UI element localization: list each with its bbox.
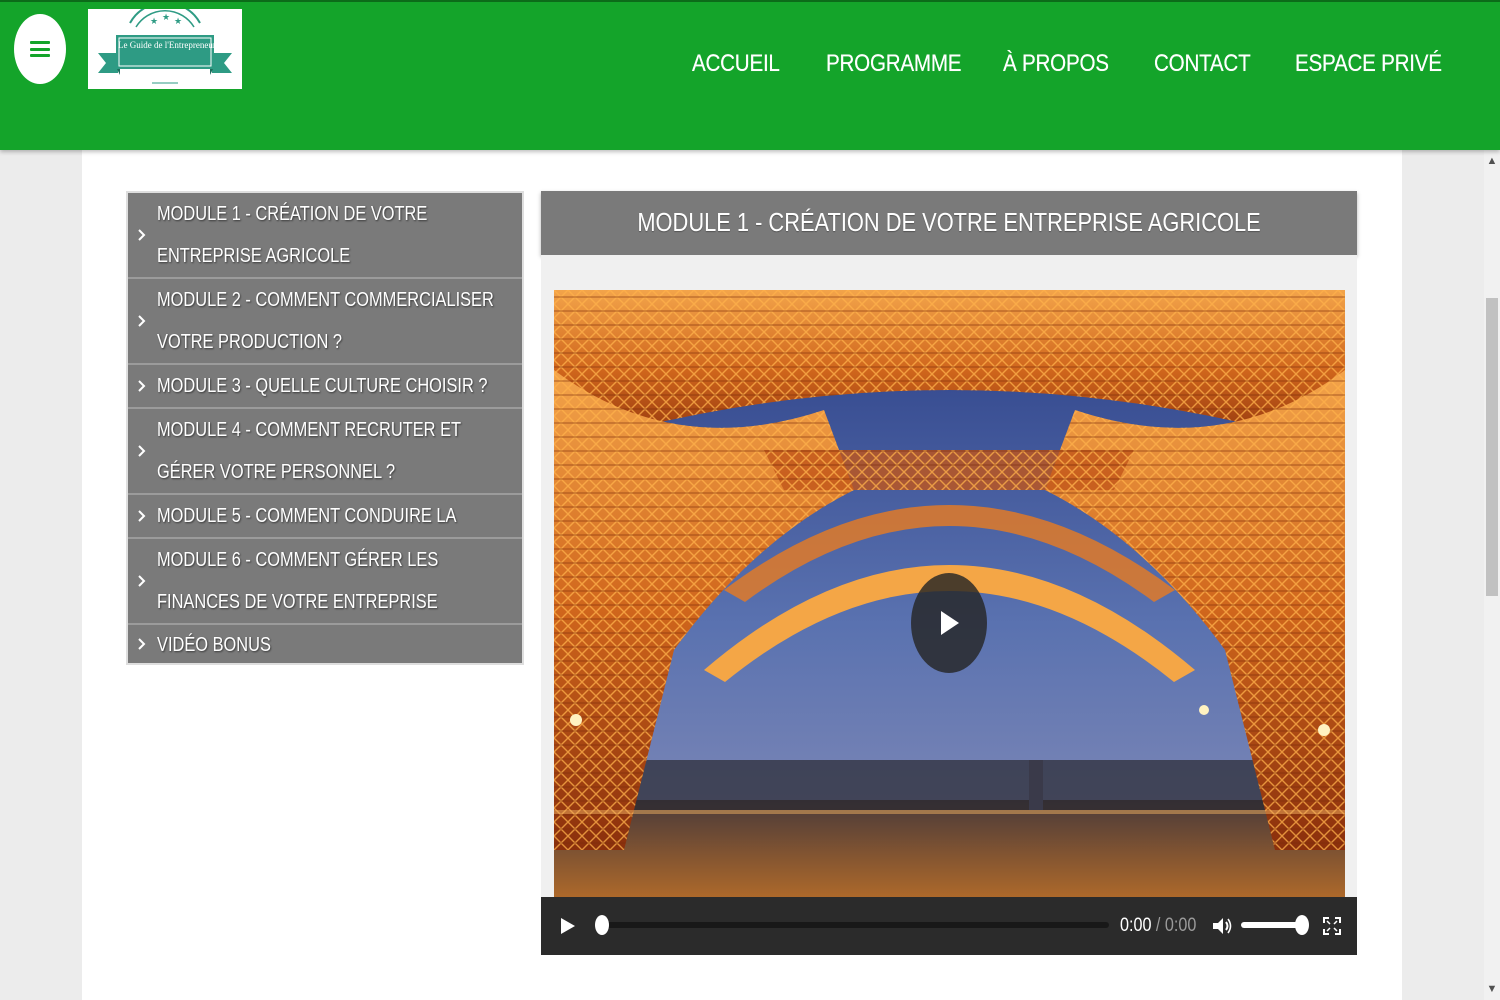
volume-icon[interactable] (1211, 915, 1233, 937)
chevron-right-icon (138, 380, 146, 392)
chevron-right-icon (138, 445, 146, 457)
play-icon[interactable] (559, 916, 577, 936)
video-progress-bar[interactable] (595, 915, 1109, 935)
svg-text:★: ★ (162, 13, 170, 23)
module-item-bonus[interactable]: VIDÉO BONUS (128, 625, 522, 663)
nav-contact[interactable]: CONTACT (1154, 44, 1251, 84)
nav-programme[interactable]: PROGRAMME (826, 44, 962, 84)
big-play-button[interactable] (911, 573, 987, 673)
module-list: MODULE 1 - CRÉATION DE VOTRE ENTREPRISE … (126, 191, 524, 665)
play-icon (941, 611, 959, 635)
volume-slider[interactable] (1241, 915, 1309, 935)
header-top-border (0, 0, 1500, 2)
module-item-label: MODULE 2 - COMMENT COMMERCIALISER VOTRE … (157, 289, 494, 353)
scrollbar-thumb[interactable] (1486, 298, 1498, 596)
nav-a-propos[interactable]: À PROPOS (1003, 44, 1109, 84)
chevron-right-icon (138, 510, 146, 522)
svg-text:★: ★ (150, 17, 158, 27)
module-item-2[interactable]: MODULE 2 - COMMENT COMMERCIALISER VOTRE … (128, 279, 522, 365)
progress-handle[interactable] (595, 915, 609, 935)
module-item-label: MODULE 3 - QUELLE CULTURE CHOISIR ? (157, 375, 488, 397)
module-title: MODULE 1 - CRÉATION DE VOTRE ENTREPRISE … (637, 207, 1261, 237)
volume-handle[interactable] (1295, 915, 1309, 935)
hamburger-menu-icon (30, 41, 50, 57)
module-item-6[interactable]: MODULE 6 - COMMENT GÉRER LES FINANCES DE… (128, 539, 522, 655)
chevron-right-icon (138, 315, 146, 327)
module-item-label: MODULE 1 - CRÉATION DE VOTRE ENTREPRISE … (157, 203, 428, 267)
module-item-1[interactable]: MODULE 1 - CRÉATION DE VOTRE ENTREPRISE … (128, 193, 522, 279)
scroll-up-arrow-icon[interactable]: ▲ (1484, 154, 1500, 168)
chevron-right-icon (138, 229, 146, 241)
fullscreen-icon[interactable] (1322, 915, 1342, 937)
menu-button[interactable] (14, 14, 66, 84)
time-separator: / (1155, 915, 1161, 936)
chevron-right-icon (138, 638, 146, 650)
module-item-label: MODULE 4 - COMMENT RECRUTER ET GÉRER VOT… (157, 419, 461, 483)
site-logo[interactable]: ★ ★ ★ Le Guide de l'Entrepreneur (88, 9, 242, 89)
duration: 0:00 (1164, 915, 1197, 936)
module-item-3[interactable]: MODULE 3 - QUELLE CULTURE CHOISIR ? (128, 365, 522, 409)
chevron-right-icon (138, 575, 146, 587)
nav-accueil[interactable]: ACCUEIL (692, 44, 780, 84)
scroll-down-arrow-icon[interactable]: ▼ (1484, 982, 1500, 996)
video-controls: 0:00 / 0:00 (541, 897, 1357, 955)
svg-text:★: ★ (174, 17, 182, 27)
module-title-bar: MODULE 1 - CRÉATION DE VOTRE ENTREPRISE … (541, 191, 1357, 255)
site-header: ★ ★ ★ Le Guide de l'Entrepreneur ACCUEIL… (0, 0, 1500, 150)
time-display: 0:00 / 0:00 (1120, 913, 1196, 939)
page-scrollbar[interactable]: ▲ ▼ (1484, 150, 1500, 1000)
module-item-5[interactable]: MODULE 5 - COMMENT CONDUIRE LA CULTURE ? (128, 495, 522, 569)
module-item-4[interactable]: MODULE 4 - COMMENT RECRUTER ET GÉRER VOT… (128, 409, 522, 495)
nav-espace-prive[interactable]: ESPACE PRIVÉ (1295, 44, 1442, 84)
current-time: 0:00 (1120, 915, 1152, 936)
module-item-label: VIDÉO BONUS (157, 634, 271, 656)
logo-text: Le Guide de l'Entrepreneur (118, 40, 216, 50)
